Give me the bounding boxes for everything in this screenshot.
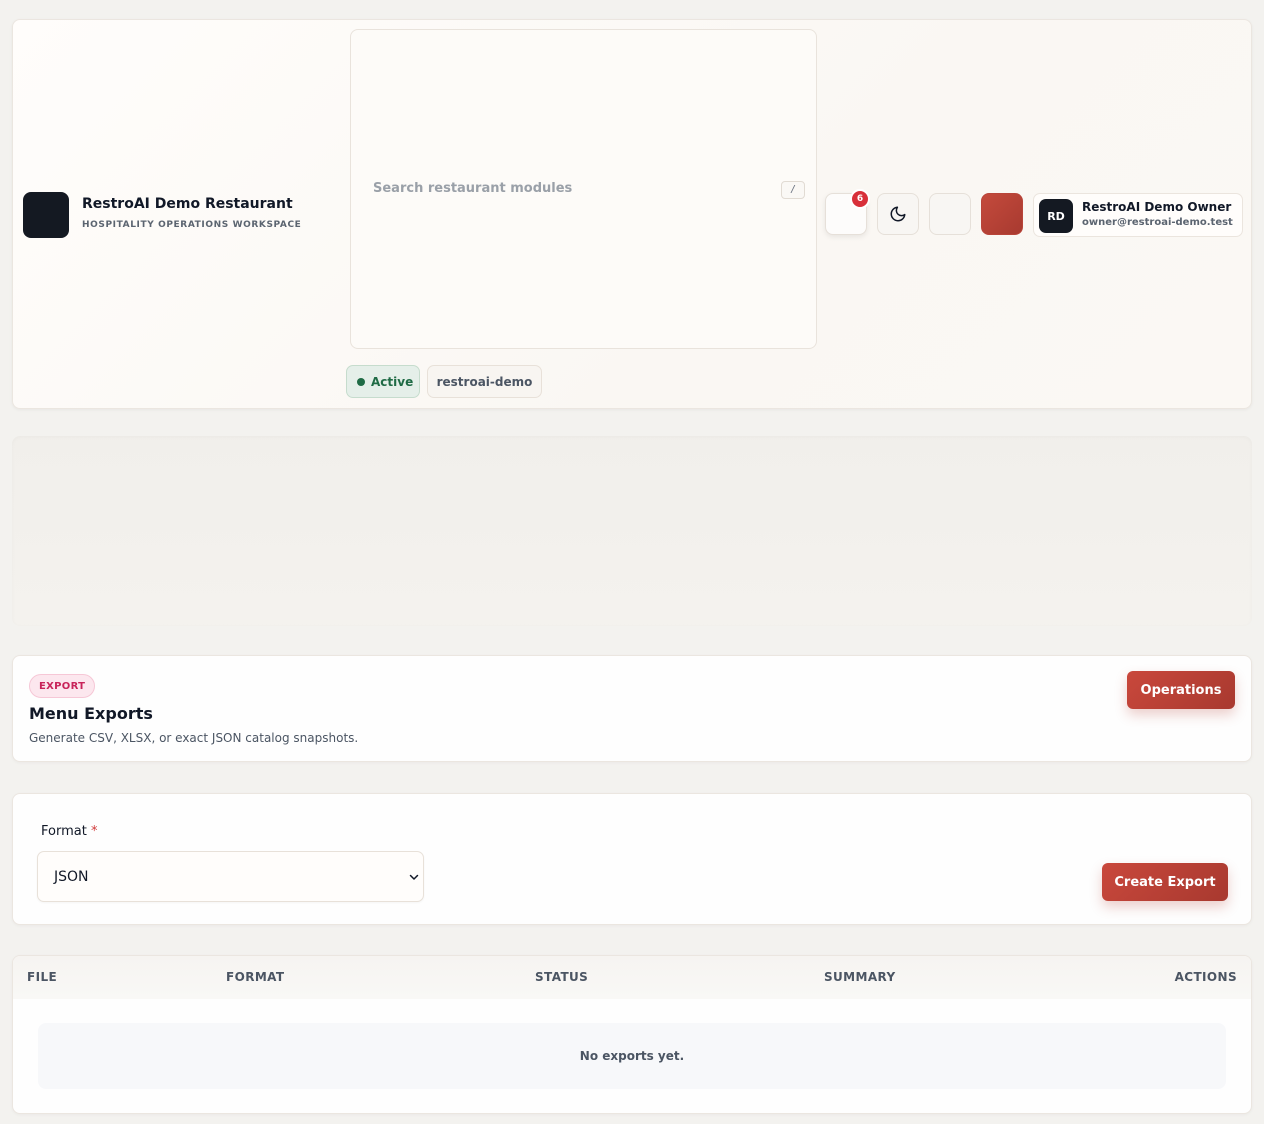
export-form-card: Format * JSON Create Export — [12, 793, 1252, 925]
user-email: owner@restroai-demo.test — [1082, 217, 1233, 228]
search-shortcut-key: / — [781, 181, 805, 199]
module-search-input[interactable]: Search restaurant modules / — [350, 29, 817, 349]
content-placeholder-panel — [12, 436, 1252, 626]
quick-action-button[interactable] — [929, 193, 971, 235]
avatar: RD — [1039, 199, 1073, 233]
search-placeholder: Search restaurant modules — [373, 181, 573, 196]
format-select[interactable]: JSON — [37, 851, 424, 902]
user-name: RestroAI Demo Owner — [1082, 200, 1232, 214]
operations-button[interactable]: Operations — [1127, 671, 1235, 709]
chevron-down-icon — [409, 874, 419, 880]
brand-logo — [23, 192, 69, 238]
create-export-button[interactable]: Create Export — [1102, 863, 1228, 901]
exports-table: FILE FORMAT STATUS SUMMARY ACTIONS No ex… — [12, 955, 1252, 1114]
required-indicator: * — [90, 824, 98, 839]
workspace-subtitle: HOSPITALITY OPERATIONS WORKSPACE — [82, 220, 302, 230]
format-label: Format * — [41, 824, 97, 839]
user-menu[interactable]: RD RestroAI Demo Owner owner@restroai-de… — [1033, 193, 1243, 237]
empty-state-message: No exports yet. — [38, 1023, 1226, 1089]
format-label-text: Format — [41, 824, 87, 839]
page-title: Menu Exports — [29, 704, 153, 723]
column-header-summary: SUMMARY — [824, 970, 896, 984]
status-badge: Active — [346, 365, 420, 398]
export-tag: EXPORT — [29, 674, 96, 698]
table-header: FILE FORMAT STATUS SUMMARY ACTIONS — [13, 956, 1251, 999]
restaurant-name: RestroAI Demo Restaurant — [82, 196, 293, 212]
brand-color-button[interactable] — [981, 193, 1023, 235]
column-header-format: FORMAT — [226, 970, 285, 984]
tenant-slug-badge: restroai-demo — [427, 365, 542, 398]
theme-toggle-button[interactable] — [877, 193, 919, 235]
page-description: Generate CSV, XLSX, or exact JSON catalo… — [29, 731, 359, 745]
moon-icon — [890, 206, 906, 222]
status-label: Active — [371, 374, 414, 389]
column-header-status: STATUS — [535, 970, 589, 984]
status-dot-icon — [357, 377, 365, 386]
export-header-card: EXPORT Menu Exports Generate CSV, XLSX, … — [12, 655, 1252, 762]
format-selected-value: JSON — [54, 869, 89, 885]
top-header: RestroAI Demo Restaurant HOSPITALITY OPE… — [12, 19, 1252, 409]
column-header-file: FILE — [27, 970, 58, 984]
column-header-actions: ACTIONS — [1174, 970, 1237, 984]
notification-count-badge: 6 — [850, 189, 870, 209]
